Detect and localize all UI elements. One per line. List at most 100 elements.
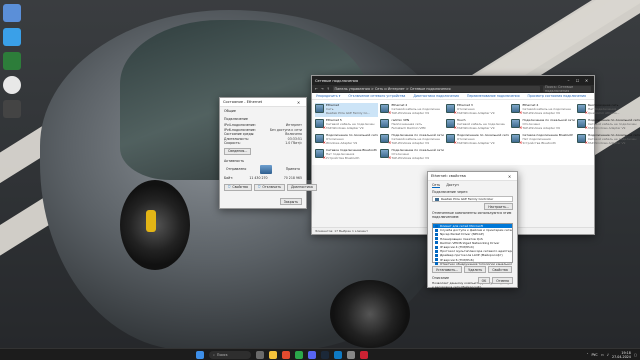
close-icon[interactable]: ✕: [294, 100, 303, 105]
checkbox[interactable]: [435, 228, 438, 232]
maximize-icon[interactable]: ☐: [573, 78, 582, 83]
adapter-device: TAP-Windows Adapter V9: [456, 126, 495, 130]
adapter-item[interactable]: radmin VPN Неопознанная сеть Famatech Radm…: [380, 118, 443, 132]
adapter-device: Qualcomm Atheros...: [587, 111, 620, 115]
adapter-item[interactable]: Ethernet 3ОтключеноTAP-Windows Adapter V…: [445, 103, 509, 117]
network-adapter-icon: [380, 119, 390, 128]
discord-icon[interactable]: [308, 351, 316, 359]
checkbox[interactable]: [435, 253, 438, 257]
sent-bytes: 11 430 270: [249, 175, 268, 180]
tab-network[interactable]: Сеть: [432, 183, 441, 188]
component-actions: Установить... Удалить Свойства: [428, 265, 517, 274]
configure-button[interactable]: Настроить...: [484, 203, 513, 210]
properties-button[interactable]: ⛉ Свойства: [224, 183, 252, 191]
ok-button[interactable]: OK: [477, 277, 491, 284]
steam-icon[interactable]: [321, 351, 329, 359]
adapter-item[interactable]: Подключение по локальной сетиСетевой каб…: [576, 118, 640, 132]
checkbox[interactable]: [435, 258, 438, 262]
network-icon[interactable]: ▭: [601, 353, 604, 357]
adapter-item[interactable]: Подключение по локальной сетиОтключеноTA…: [511, 118, 575, 132]
obs-icon[interactable]: [360, 351, 368, 359]
network-adapter-icon: [445, 104, 457, 115]
checkbox[interactable]: [435, 262, 438, 266]
close-icon[interactable]: ✕: [582, 78, 591, 83]
adapter-item[interactable]: Беспроводная сетьНет подключенияQualcomm…: [576, 103, 640, 117]
close-icon[interactable]: ✕: [505, 174, 514, 179]
adapter-item[interactable]: TouchСетевой кабель не подключенTAP-Wind…: [445, 118, 509, 132]
adapter-item[interactable]: Ethernet 4Сетевой кабель не подключенTAP…: [511, 103, 574, 117]
recycle-bin-icon[interactable]: [3, 4, 21, 22]
network-adapter-icon: [576, 104, 588, 115]
adapter-device: TAP-Windows Adapter V9: [456, 111, 495, 115]
clock[interactable]: 19:18 27.04.2024: [612, 351, 631, 359]
adapter-device: TAP-Windows Adapter V9: [522, 111, 560, 115]
checkbox[interactable]: [435, 241, 438, 245]
taskbar-search[interactable]: ⌕ Поиск: [209, 351, 251, 359]
adapter-item[interactable]: Подключение по локальной сетиСетевой каб…: [380, 133, 444, 147]
checkbox[interactable]: [435, 249, 438, 253]
adapter-item[interactable]: Подключение по локальной сетиСетевой каб…: [576, 133, 640, 147]
search-input[interactable]: Поиск: Сетевые подключения: [543, 85, 591, 93]
tab-general[interactable]: Общие: [220, 107, 306, 115]
adapter-item[interactable]: Подключение по локальной сетиОтключеноTA…: [380, 148, 444, 162]
adapter-item[interactable]: Сетевое подключение BluetoothНет подключ…: [511, 133, 574, 147]
adapter-item[interactable]: Подключение по локальной сетиОтключеноWi…: [315, 133, 378, 147]
command-diagnose[interactable]: Диагностика подключения: [413, 94, 459, 98]
checkbox[interactable]: [435, 245, 438, 249]
command-status[interactable]: Просмотр состояния подключения: [528, 94, 586, 98]
close-button[interactable]: Закрыть: [279, 198, 302, 205]
volume-icon[interactable]: ♪: [607, 353, 609, 357]
chevron-up-icon[interactable]: ˄: [587, 353, 589, 357]
world-of-tanks-icon[interactable]: [3, 100, 21, 118]
checkbox[interactable]: [435, 224, 438, 228]
diagnose-button[interactable]: Диагностика: [287, 183, 317, 191]
adapter-device: TAP-Windows Adapter V9: [391, 156, 430, 160]
adapter-text: Ethernet 5 Сетевой кабель не подключен TAP…: [326, 118, 375, 130]
disable-button[interactable]: ⛉ Отключить: [253, 183, 286, 191]
command-organize[interactable]: Упорядочить ▾: [316, 94, 340, 98]
cancel-button[interactable]: Отмена: [492, 277, 513, 284]
details-button[interactable]: Сведения...: [224, 147, 252, 155]
notification-icon[interactable]: ▢: [634, 353, 637, 357]
adapter-item[interactable]: Ethernet Сеть Realtek PCIe GbE Family Co..…: [315, 103, 379, 117]
telegram-icon[interactable]: [334, 351, 342, 359]
status-key: Скорость:: [224, 141, 241, 146]
adapter-name: Realtek PCIe GbE Family Controller: [441, 197, 494, 201]
settings-icon[interactable]: [347, 351, 355, 359]
computer-icon[interactable]: [3, 28, 21, 46]
start-icon[interactable]: [196, 351, 204, 359]
overwatch-icon[interactable]: [3, 76, 21, 94]
adapter-item[interactable]: Сетевое подключение BluetoothНет подключ…: [315, 148, 378, 162]
adapter-item[interactable]: Ethernet 2Сетевой кабель не подключенTAP…: [380, 103, 443, 117]
activity-header: Отправлено Принято: [220, 164, 306, 174]
adapter-text: Ethernet 4 Сетевой кабель не подключен TAP…: [522, 103, 571, 115]
install-button[interactable]: Установить...: [432, 266, 463, 273]
back-icon[interactable]: ←: [315, 87, 318, 91]
adapter-text: Подключение по локальной сети Отключено TA…: [457, 133, 509, 145]
adapter-item[interactable]: Ethernet 5Сетевой кабель не подключенTAP…: [315, 118, 378, 132]
forward-icon[interactable]: →: [321, 87, 324, 91]
bytes-row: Байт: 11 430 270 70 218 965: [220, 176, 306, 181]
file-explorer-icon[interactable]: [269, 351, 277, 359]
minimize-icon[interactable]: –: [564, 78, 573, 83]
command-disable[interactable]: Отключение сетевого устройства: [348, 94, 405, 98]
up-icon[interactable]: ↑: [327, 87, 330, 91]
browser-icon[interactable]: [282, 351, 290, 359]
tab-access[interactable]: Доступ: [446, 183, 458, 188]
checkbox[interactable]: [435, 237, 438, 241]
adapter-device: TAP-Windows Adapter V9: [456, 141, 495, 145]
remove-button[interactable]: Удалить: [464, 266, 487, 273]
adapter-item[interactable]: Подключение по локальной сетиОтключеноTA…: [445, 133, 509, 147]
breadcrumb[interactable]: Панель управления > Сеть и Интернет > Се…: [332, 86, 540, 92]
adapter-text: Touch Сетевой кабель не подключен TAP-Wind…: [457, 118, 506, 130]
task-view-icon[interactable]: [256, 351, 264, 359]
window-title: Сетевые подключения: [315, 78, 359, 83]
command-rename[interactable]: Переименование подключения: [467, 94, 520, 98]
component-properties-button[interactable]: Свойства: [488, 266, 512, 273]
checkbox[interactable]: [435, 232, 438, 236]
app-icon[interactable]: [295, 351, 303, 359]
system-tray: ˄ РУС ▭ ♪ 19:18 27.04.2024 ▢: [587, 350, 637, 360]
language-indicator[interactable]: РУС: [591, 353, 597, 357]
app-shortcut-icon[interactable]: [3, 52, 21, 70]
network-adapter-icon: [511, 104, 522, 115]
